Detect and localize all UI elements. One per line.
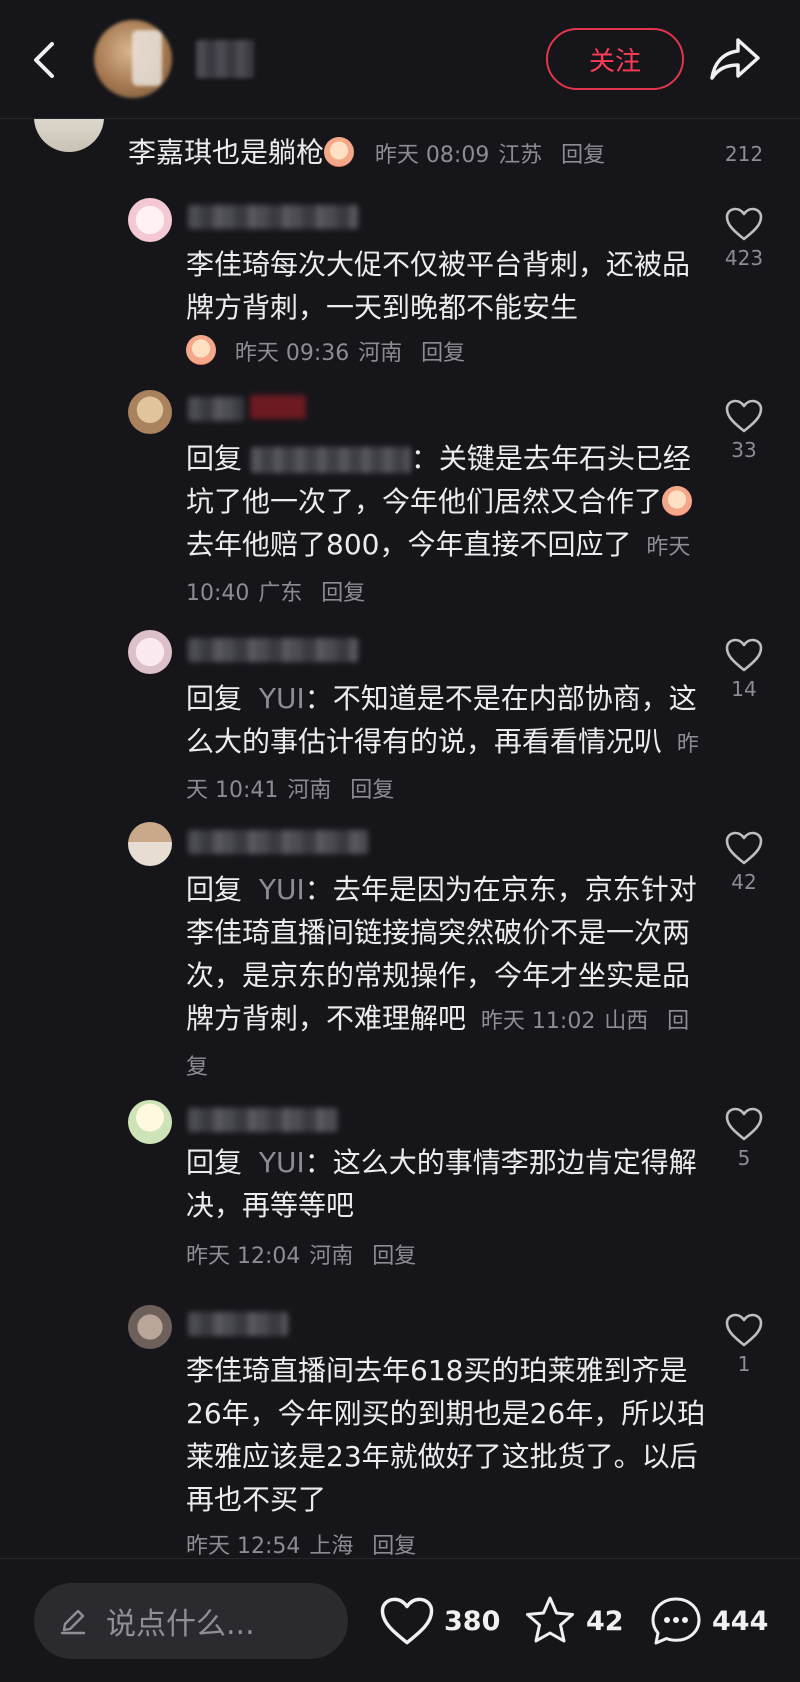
heart-icon[interactable] (724, 398, 764, 434)
reply-target[interactable]: YUI (259, 682, 305, 715)
username-blurred[interactable] (188, 1108, 338, 1132)
favorite-count: 42 (586, 1605, 624, 1637)
comment-location: 河南 (287, 778, 332, 803)
crying-emoji-icon (186, 335, 216, 365)
shocked-emoji-icon (662, 486, 693, 516)
username-blurred[interactable] (188, 205, 358, 229)
reply-link[interactable]: 回复 (321, 581, 365, 606)
reply-link[interactable]: 回复 (561, 143, 605, 168)
comment-location: 上海 (309, 1534, 354, 1559)
username-blurred[interactable] (188, 397, 244, 421)
reply-prefix: 回复 (186, 442, 243, 475)
comment-body: 李佳琦每次大促不仅被平台背刺，还被品牌方背刺，一天到晚都不能安生 (186, 248, 691, 324)
comment-input-placeholder: 说点什么... (106, 1607, 255, 1642)
heart-icon[interactable] (724, 1106, 764, 1142)
username-blurred[interactable] (188, 638, 358, 662)
heart-icon[interactable] (724, 637, 764, 673)
heart-icon[interactable] (724, 830, 764, 866)
like-button[interactable]: 33 (708, 398, 780, 462)
comment-meta: 昨天 12:04 河南 回复 (186, 1232, 706, 1278)
like-button[interactable]: 1 (708, 1312, 780, 1376)
favorite-button[interactable]: 42 (522, 1591, 624, 1651)
comment-location: 河南 (309, 1244, 354, 1269)
comment-time: 昨天 12:54 (186, 1534, 301, 1559)
author-avatar[interactable] (94, 20, 172, 98)
comment-time: 昨天 11:02 (480, 1009, 596, 1034)
username-blurred[interactable] (188, 830, 368, 854)
comment-time: 昨天 12:04 (186, 1244, 301, 1269)
heart-icon[interactable] (724, 1312, 764, 1348)
like-button[interactable]: 14 (708, 637, 780, 701)
comment-count: 444 (712, 1605, 769, 1637)
comment-bubble-icon[interactable] (648, 1593, 704, 1649)
comment-input[interactable]: 说点什么... (34, 1583, 348, 1659)
reply-prefix: 回复 (186, 1146, 243, 1179)
like-count: 14 (731, 677, 757, 701)
comment-time: 昨天 08:09 (374, 143, 490, 168)
heart-icon[interactable] (724, 206, 764, 242)
comment-location: 江苏 (498, 143, 543, 168)
reply-link[interactable]: 回复 (421, 341, 465, 366)
comment-text: 回复 YUI：这么大的事情李那边肯定得解决，再等等吧 (186, 1141, 706, 1227)
comment-location: 山西 (604, 1009, 649, 1034)
follow-button[interactable]: 关注 (546, 28, 684, 90)
comments-button[interactable]: 444 (648, 1591, 768, 1651)
like-count: 5 (737, 1146, 751, 1170)
comment-text: 回复 YUI：不知道是不是在内部协商，这么大的事估计得有的说，再看看情况叭 昨天… (186, 677, 706, 812)
reply-link[interactable]: 回复 (350, 778, 394, 803)
back-icon[interactable] (24, 30, 68, 90)
reply-prefix: 回复 (186, 682, 243, 715)
avatar[interactable] (128, 822, 172, 866)
share-icon[interactable] (708, 34, 764, 84)
avatar[interactable] (128, 630, 172, 674)
star-icon[interactable] (522, 1593, 578, 1649)
top-bar: 关注 (0, 0, 800, 119)
reply-target-blurred[interactable] (250, 447, 411, 473)
comment-body: 李嘉琪也是躺枪 (128, 136, 325, 169)
comment-text: 回复 ：关键是去年石头已经坑了他一次了，今年他们居然又合作了去年他赔了800，今… (186, 437, 706, 615)
avatar[interactable] (128, 198, 172, 242)
comment-text: 李嘉琪也是躺枪 昨天 08:09 江苏 回复 (128, 131, 688, 177)
reply-target[interactable]: YUI (259, 1146, 305, 1179)
comment-body-continued: 去年他赔了800，今年直接不回应了 (186, 528, 632, 561)
like-button[interactable]: 42 (708, 830, 780, 894)
reply-prefix: 回复 (186, 873, 243, 906)
comment-text: 回复 YUI：去年是因为在京东，京东针对李佳琦直播间链接搞突然破价不是一次两次，… (186, 868, 706, 1089)
comment-text: 李佳琦直播间去年618买的珀莱雅到齐是26年，今年刚买的到期也是26年，所以珀莱… (186, 1349, 706, 1521)
avatar[interactable] (128, 390, 172, 434)
like-count: 212 (724, 142, 764, 166)
crying-emoji-icon (324, 137, 355, 167)
comment-location: 广东 (258, 581, 303, 606)
pencil-icon (60, 1609, 86, 1635)
author-name-blurred[interactable] (196, 40, 254, 78)
like-count: 423 (724, 246, 764, 270)
like-post-button[interactable]: 380 (378, 1591, 500, 1651)
like-count: 1 (737, 1352, 751, 1376)
reply-link[interactable]: 回复 (372, 1244, 416, 1269)
reply-link[interactable]: 回复 (372, 1534, 416, 1559)
heart-icon[interactable] (378, 1595, 436, 1647)
comment-body: 李佳琦直播间去年618买的珀莱雅到齐是26年，今年刚买的到期也是26年，所以珀莱… (186, 1354, 706, 1516)
like-button[interactable]: 5 (708, 1106, 780, 1170)
post-like-count: 380 (444, 1605, 501, 1637)
comment-text: 李佳琦每次大促不仅被平台背刺，还被品牌方背刺，一天到晚都不能安生 昨天 09:3… (186, 243, 706, 375)
comment-time: 昨天 09:36 (234, 341, 350, 366)
like-button[interactable]: 423 (708, 206, 780, 270)
like-count: 42 (731, 870, 757, 894)
username-blurred[interactable] (188, 1312, 288, 1336)
bottom-bar: 说点什么... 380 42 444 (0, 1558, 800, 1682)
reply-target[interactable]: YUI (259, 873, 305, 906)
comment-location: 河南 (358, 341, 403, 366)
avatar[interactable] (128, 1305, 172, 1349)
like-count: 33 (731, 438, 757, 462)
username-badge-blurred (250, 395, 306, 419)
avatar[interactable] (128, 1100, 172, 1144)
